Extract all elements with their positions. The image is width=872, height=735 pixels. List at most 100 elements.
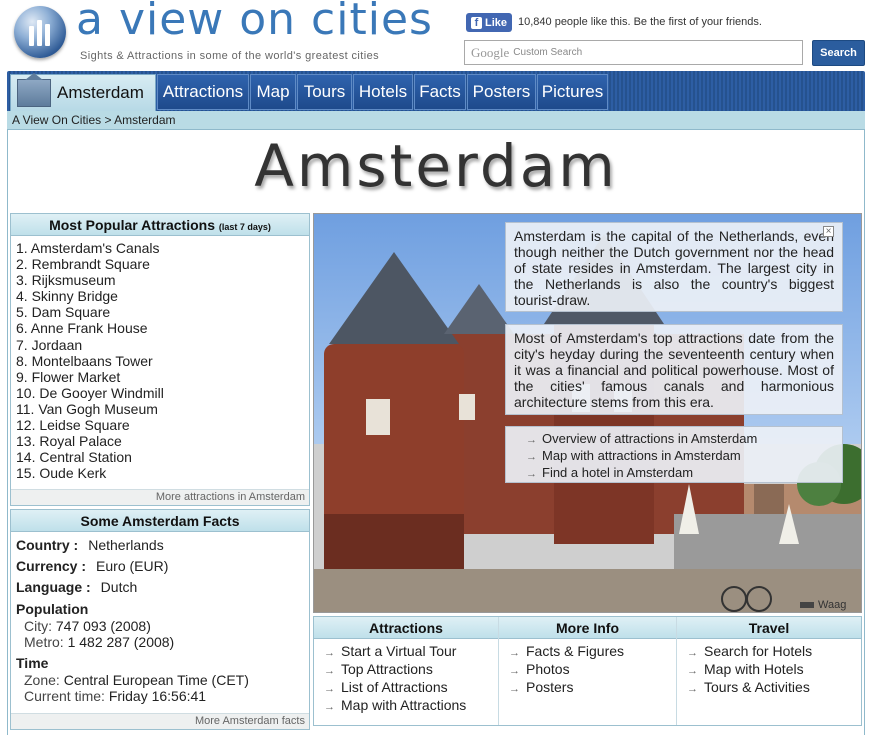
link-top-attractions[interactable]: Top Attractions: [324, 661, 498, 679]
fact-language: Language : Dutch: [16, 579, 309, 600]
more-info-column-header: More Info: [499, 617, 676, 639]
site-logo-globe[interactable]: [14, 6, 66, 58]
popular-attractions-list: 1. Amsterdam's Canals 2. Rembrandt Squar…: [11, 236, 309, 481]
nav-tab-attractions[interactable]: Attractions: [157, 74, 249, 110]
attraction-link[interactable]: 11. Van Gogh Museum: [16, 401, 309, 417]
fact-current-time: Current time: Friday 16:56:41: [16, 688, 309, 704]
fact-country: Country : Netherlands: [16, 537, 309, 558]
metro-label: Metro:: [24, 634, 64, 650]
current-time-value: Friday 16:56:41: [108, 688, 207, 704]
attraction-link[interactable]: 15. Oude Kerk: [16, 465, 309, 481]
intro-text-box: Amsterdam is the capital of the Netherla…: [505, 222, 843, 312]
travel-column-header: Travel: [677, 617, 861, 639]
facebook-like-button[interactable]: f Like: [466, 13, 512, 32]
facebook-icon: f: [471, 16, 482, 29]
attraction-link[interactable]: 4. Skinny Bridge: [16, 288, 309, 304]
time-heading: Time: [16, 655, 49, 671]
popular-attractions-subtitle: (last 7 days): [218, 222, 271, 232]
quick-links-box: → Overview of attractions in Amsterdam → M…: [505, 426, 843, 483]
link-map-attractions[interactable]: Map with Attractions: [324, 697, 498, 715]
zone-label: Zone:: [24, 672, 60, 688]
zone-value: Central European Time (CET): [63, 672, 249, 688]
metro-value: 1 482 287 (2008): [67, 634, 175, 650]
building-icon: [17, 73, 51, 107]
attraction-link[interactable]: 6. Anne Frank House: [16, 320, 309, 336]
attraction-link[interactable]: 1. Amsterdam's Canals: [16, 240, 309, 256]
nav-tab-map[interactable]: Map: [250, 74, 296, 110]
bottom-links-panel: Attractions Start a Virtual Tour Top Att…: [313, 616, 862, 726]
fact-city-population: City: 747 093 (2008): [16, 618, 309, 634]
page-title: Amsterdam: [254, 132, 618, 200]
facts-header: Some Amsterdam Facts: [11, 510, 309, 532]
current-time-label: Current time:: [24, 688, 105, 704]
quick-link-hotel[interactable]: → Find a hotel in Amsterdam: [514, 465, 834, 482]
attraction-link[interactable]: 7. Jordaan: [16, 337, 309, 353]
facebook-like-count: 10,840 people like this. Be the first of…: [518, 16, 762, 28]
nav-tab-tours[interactable]: Tours: [297, 74, 352, 110]
link-map-hotels[interactable]: Map with Hotels: [687, 661, 861, 679]
link-posters[interactable]: Posters: [509, 679, 676, 697]
currency-value: Euro (EUR): [96, 558, 169, 574]
language-value: Dutch: [100, 579, 138, 595]
quick-link-label: Overview of attractions in Amsterdam: [542, 431, 758, 446]
more-attractions-link[interactable]: More attractions in Amsterdam: [11, 489, 309, 505]
photo-caption: Waag: [800, 598, 846, 611]
currency-label: Currency :: [16, 558, 87, 574]
link-photos[interactable]: Photos: [509, 661, 676, 679]
attraction-link[interactable]: 10. De Gooyer Windmill: [16, 385, 309, 401]
nav-tab-pictures[interactable]: Pictures: [537, 74, 608, 110]
attraction-link[interactable]: 9. Flower Market: [16, 369, 309, 385]
more-facts-link[interactable]: More Amsterdam facts: [11, 713, 309, 729]
arrow-icon: →: [526, 451, 537, 463]
popular-attractions-header: Most Popular Attractions (last 7 days): [11, 214, 309, 236]
attraction-link[interactable]: 2. Rembrandt Square: [16, 256, 309, 272]
history-text: Most of Amsterdam's top attractions date…: [514, 330, 834, 410]
attraction-link[interactable]: 5. Dam Square: [16, 304, 309, 320]
arrow-icon: →: [526, 434, 537, 446]
attraction-link[interactable]: 12. Leidse Square: [16, 417, 309, 433]
link-virtual-tour[interactable]: Start a Virtual Tour: [324, 643, 498, 661]
population-heading: Population: [16, 601, 89, 617]
site-tagline: Sights & Attractions in some of the worl…: [80, 50, 379, 62]
attractions-column-header: Attractions: [314, 617, 498, 639]
arrow-icon: →: [526, 468, 537, 480]
attraction-link[interactable]: 3. Rijksmuseum: [16, 272, 309, 288]
travel-column: Travel Search for Hotels Map with Hotels…: [677, 617, 861, 725]
fact-currency: Currency : Euro (EUR): [16, 558, 309, 579]
fact-timezone: Zone: Central European Time (CET): [16, 672, 309, 688]
nav-tab-amsterdam[interactable]: Amsterdam: [10, 73, 156, 111]
site-title[interactable]: a view on cities: [76, 0, 433, 45]
popular-attractions-title: Most Popular Attractions: [49, 217, 215, 233]
city-value: 747 093 (2008): [55, 618, 151, 634]
google-logo: Google: [471, 44, 510, 60]
close-icon[interactable]: ×: [823, 226, 834, 237]
search-input[interactable]: Google Custom Search: [464, 40, 803, 65]
nav-tab-facts[interactable]: Facts: [414, 74, 466, 110]
quick-link-label: Map with attractions in Amsterdam: [542, 448, 741, 463]
link-facts-figures[interactable]: Facts & Figures: [509, 643, 676, 661]
attraction-link[interactable]: 8. Montelbaans Tower: [16, 353, 309, 369]
country-value: Netherlands: [88, 537, 164, 553]
attraction-link[interactable]: 14. Central Station: [16, 449, 309, 465]
popular-attractions-panel: Most Popular Attractions (last 7 days) 1…: [10, 213, 310, 506]
search-button[interactable]: Search: [812, 40, 865, 66]
link-search-hotels[interactable]: Search for Hotels: [687, 643, 861, 661]
photo-caption-text: Waag: [818, 599, 847, 611]
city-label: City:: [24, 618, 52, 634]
breadcrumb[interactable]: A View On Cities > Amsterdam: [7, 111, 865, 130]
link-list-attractions[interactable]: List of Attractions: [324, 679, 498, 697]
fact-metro-population: Metro: 1 482 287 (2008): [16, 634, 309, 650]
quick-link-map[interactable]: → Map with attractions in Amsterdam: [514, 448, 834, 465]
nav-tab-hotels[interactable]: Hotels: [353, 74, 413, 110]
attraction-link[interactable]: 13. Royal Palace: [16, 433, 309, 449]
search-placeholder: Custom Search: [513, 47, 583, 58]
facts-panel: Some Amsterdam Facts Country : Netherland…: [10, 509, 310, 730]
nav-tab-posters[interactable]: Posters: [467, 74, 536, 110]
more-info-column: More Info Facts & Figures Photos Posters: [499, 617, 677, 725]
link-tours-activities[interactable]: Tours & Activities: [687, 679, 861, 697]
attractions-column: Attractions Start a Virtual Tour Top Att…: [314, 617, 499, 725]
intro-text: Amsterdam is the capital of the Netherla…: [514, 228, 834, 308]
facebook-like-label: Like: [484, 16, 507, 29]
history-text-box: Most of Amsterdam's top attractions date…: [505, 324, 843, 415]
quick-link-overview[interactable]: → Overview of attractions in Amsterdam: [514, 431, 834, 448]
